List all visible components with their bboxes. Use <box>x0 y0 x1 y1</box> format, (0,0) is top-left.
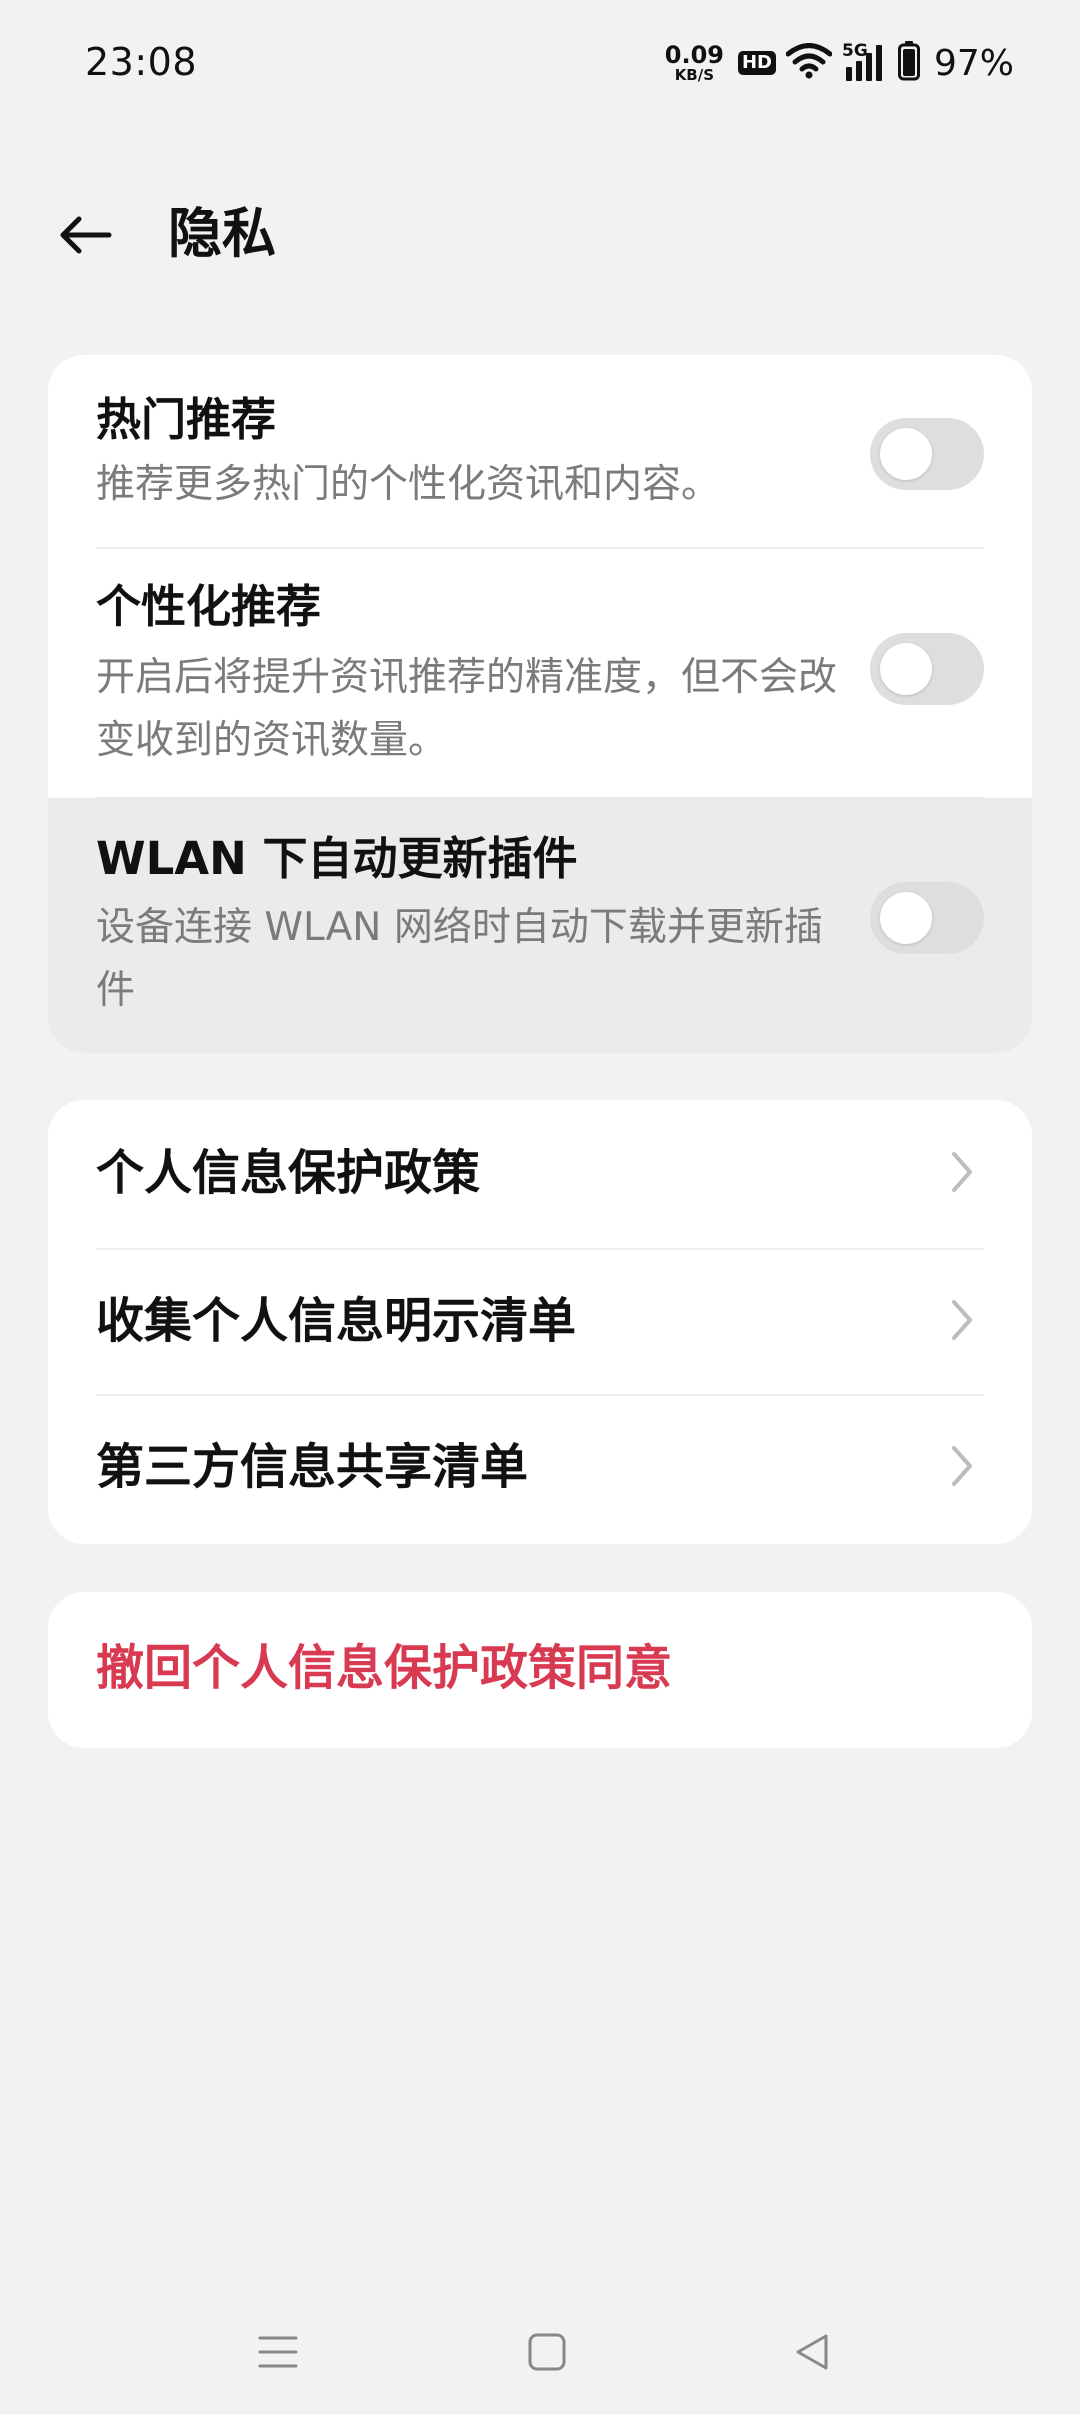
cellular-signal-icon: 5G <box>842 41 888 83</box>
nav-back-button[interactable] <box>772 2312 852 2392</box>
personalized-recommend-switch[interactable] <box>870 633 984 705</box>
battery-icon <box>897 41 920 85</box>
system-nav-bar <box>0 2290 1080 2414</box>
home-button[interactable] <box>507 2312 587 2392</box>
switch-knob <box>880 643 932 695</box>
network-speed: 0.09 KB/S <box>665 43 724 83</box>
link-privacy-policy[interactable]: 个人信息保护政策 <box>48 1100 1032 1244</box>
chevron-right-icon <box>952 1300 972 1340</box>
setting-description: 推荐更多热门的个性化资讯和内容。 <box>96 462 721 507</box>
chevron-right-icon <box>952 1446 972 1486</box>
setting-description: 开启后将提升资讯推荐的精准度，但不会改变收到的资讯数量。 <box>96 655 838 763</box>
recents-button[interactable] <box>238 2312 318 2392</box>
setting-row-personalized-recommend[interactable]: 个性化推荐 开启后将提升资讯推荐的精准度，但不会改变收到的资讯数量。 <box>48 548 1032 798</box>
privacy-screen: 23:08 0.09 KB/S HD 5G 97% 隐私 热门推荐 推荐更多热门… <box>0 0 1080 2414</box>
switch-knob <box>880 892 932 944</box>
menu-icon <box>258 2336 298 2368</box>
toggle-settings-card: 热门推荐 推荐更多热门的个性化资讯和内容。 个性化推荐 开启后将提升资讯推荐的精… <box>48 355 1032 1053</box>
wlan-auto-update-switch[interactable] <box>870 882 984 954</box>
revoke-consent-label: 撤回个人信息保护政策同意 <box>96 1640 673 1696</box>
link-label: 个人信息保护政策 <box>96 1145 481 1201</box>
network-speed-unit: KB/S <box>674 66 715 84</box>
status-icons: 0.09 KB/S HD 5G 97% <box>665 38 1014 88</box>
status-bar: 23:08 0.09 KB/S HD 5G 97% <box>0 0 1080 130</box>
setting-row-wlan-auto-update[interactable]: WLAN 下自动更新插件 设备连接 WLAN 网络时自动下载并更新插件 <box>48 798 1032 1053</box>
link-label: 第三方信息共享清单 <box>96 1439 529 1495</box>
setting-row-popular-recommend[interactable]: 热门推荐 推荐更多热门的个性化资讯和内容。 <box>48 355 1032 547</box>
link-label: 收集个人信息明示清单 <box>96 1293 577 1349</box>
link-third-party-sharing-list[interactable]: 第三方信息共享清单 <box>48 1394 1032 1538</box>
popular-recommend-switch[interactable] <box>870 418 984 490</box>
link-collected-info-list[interactable]: 收集个人信息明示清单 <box>48 1248 1032 1392</box>
page-header: 隐私 <box>0 180 1080 290</box>
setting-title: 热门推荐 <box>96 393 277 446</box>
status-time: 23:08 <box>85 40 198 84</box>
network-speed-value: 0.09 <box>664 41 724 69</box>
setting-description: 设备连接 WLAN 网络时自动下载并更新插件 <box>96 905 823 1013</box>
setting-title: 个性化推荐 <box>96 580 322 633</box>
hd-badge: HD <box>737 51 776 75</box>
switch-knob <box>880 428 932 480</box>
policy-links-card: 个人信息保护政策 收集个人信息明示清单 第三方信息共享清单 <box>48 1100 1032 1544</box>
revoke-consent-button[interactable]: 撤回个人信息保护政策同意 <box>48 1592 1032 1748</box>
wifi-icon <box>785 43 833 83</box>
chevron-right-icon <box>952 1152 972 1192</box>
arrow-left-icon <box>60 216 112 254</box>
back-button[interactable] <box>50 200 120 270</box>
back-triangle-icon <box>796 2334 828 2370</box>
home-square-icon <box>528 2333 566 2371</box>
setting-title: WLAN 下自动更新插件 <box>96 832 578 885</box>
page-title: 隐私 <box>168 202 276 265</box>
battery-percent: 97% <box>933 42 1014 84</box>
